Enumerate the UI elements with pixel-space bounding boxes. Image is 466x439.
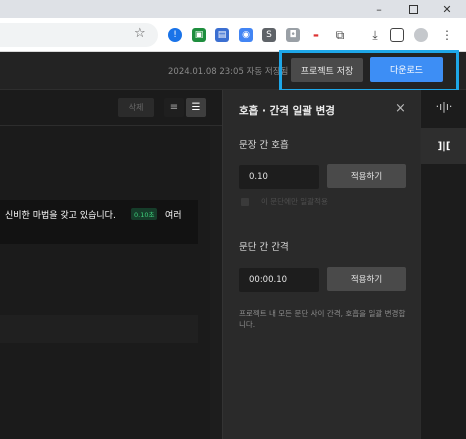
camera-extension-icon[interactable]: ◉	[239, 28, 253, 42]
highlight-box	[279, 50, 459, 92]
panel-title: 호흡 · 간격 일괄 변경	[239, 105, 335, 117]
image-extension-icon[interactable]: ▤	[215, 28, 229, 42]
sidebar-icon[interactable]	[390, 28, 404, 42]
maximize-icon[interactable]	[398, 0, 428, 18]
green-extension-icon[interactable]: ▣	[192, 28, 206, 42]
sentence-block[interactable]: 신비한 마법을 갖고 있습니다. 0.10초 여러	[0, 200, 198, 244]
autosave-status: 2024.01.08 23:05 자동 저장됨	[168, 67, 289, 77]
paragraph-gap-label: 문단 간 간격	[239, 242, 289, 253]
paragraph-block[interactable]	[0, 315, 198, 343]
tool-rail: ·ı|ı· ]|[	[420, 90, 466, 439]
sentence-continuation[interactable]: 여러	[165, 208, 182, 221]
shield-extension-icon[interactable]: !	[168, 28, 182, 42]
help-text: 프로젝트 내 모든 문단 사이 간격, 호흡을 일괄 변경합니다.	[239, 309, 406, 329]
minimize-icon[interactable]: –	[364, 0, 394, 18]
download-icon[interactable]: ⤓	[368, 28, 382, 42]
gap-adjust-icon[interactable]: ]|[	[421, 128, 466, 164]
browser-toolbar: ☆ ! ▣ ▤ ◉ S ◘ ▬ ⧉ ⤓ ⋮	[0, 18, 466, 52]
paragraph-only-checkbox[interactable]	[241, 197, 249, 206]
sentence-gap-input[interactable]: 0.10	[239, 165, 319, 189]
sentence-gap-label: 문장 간 호흡	[239, 140, 289, 151]
delete-button[interactable]: 삭제	[118, 98, 154, 117]
list-view-icon[interactable]: ≡	[164, 98, 184, 117]
extension-icon[interactable]: ⧉	[333, 28, 347, 42]
script-editor: 삭제 ≡ ☰ 신비한 마법을 갖고 있습니다. 0.10초 여러	[0, 90, 222, 439]
window-close-icon[interactable]: ✕	[432, 0, 462, 18]
paragraph-gap-input[interactable]: 00:00.10	[239, 268, 319, 292]
profile-icon[interactable]	[414, 28, 428, 42]
gap-settings-panel: 호흡 · 간격 일괄 변경 × 문장 간 호흡 0.10 적용하기 이 문단에만…	[222, 90, 420, 439]
more-icon[interactable]: ⋮	[440, 28, 454, 42]
paragraph-only-label: 이 문단에만 일괄적용	[261, 197, 328, 206]
apply-sentence-gap-button[interactable]: 적용하기	[327, 164, 406, 188]
close-icon[interactable]: ×	[395, 101, 406, 116]
pause-badge[interactable]: 0.10초	[131, 208, 158, 220]
editor-scrollbar[interactable]	[210, 126, 222, 439]
sentence-text[interactable]: 신비한 마법을 갖고 있습니다.	[5, 208, 116, 221]
browser-titlebar: – ✕	[0, 0, 466, 18]
star-icon[interactable]: ☆	[134, 26, 146, 41]
s-extension-icon[interactable]: S	[262, 28, 276, 42]
block-view-icon[interactable]: ☰	[186, 98, 206, 117]
editor-toolbar: 삭제 ≡ ☰	[0, 90, 222, 126]
waveform-icon[interactable]: ·ı|ı·	[421, 90, 466, 122]
red-extension-icon[interactable]: ▬	[309, 28, 323, 42]
paragraph-only-option[interactable]: 이 문단에만 일괄적용	[241, 196, 328, 207]
apply-paragraph-gap-button[interactable]: 적용하기	[327, 267, 406, 291]
capture-extension-icon[interactable]: ◘	[286, 28, 300, 42]
